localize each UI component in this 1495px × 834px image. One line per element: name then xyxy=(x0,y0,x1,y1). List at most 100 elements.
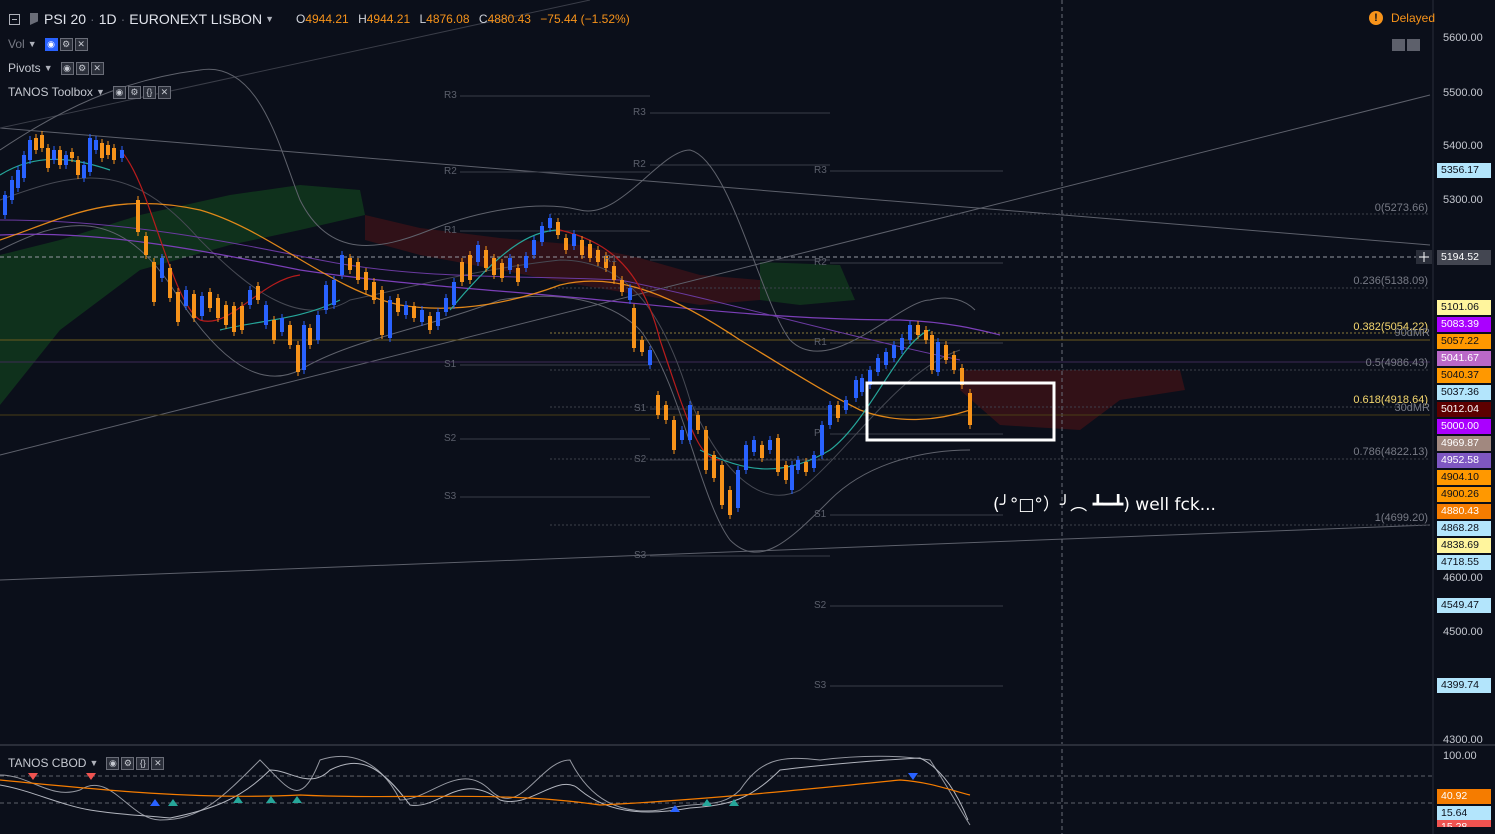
candle-body xyxy=(712,455,716,478)
price-label: 5041.67 xyxy=(1437,351,1491,366)
candle-body xyxy=(240,306,244,330)
candle-body xyxy=(516,268,520,282)
candle-body xyxy=(580,240,584,255)
candle-body xyxy=(760,445,764,458)
candle-body xyxy=(784,465,788,480)
chevron-down-icon[interactable]: ▼ xyxy=(96,87,105,97)
candle-body xyxy=(628,288,632,300)
collapse-icon[interactable] xyxy=(9,13,20,25)
candle-body xyxy=(208,292,212,308)
ma-label: 90dMR xyxy=(1394,327,1430,339)
candle-body xyxy=(356,262,360,280)
eye-icon[interactable]: ◉ xyxy=(44,37,58,51)
candle-body xyxy=(332,280,336,305)
source-code-icon[interactable]: {} xyxy=(142,85,156,99)
close-icon[interactable]: ✕ xyxy=(157,85,171,99)
candle-body xyxy=(372,282,376,300)
eye-icon[interactable]: ◉ xyxy=(106,756,120,770)
candle-body xyxy=(106,145,110,155)
source-code-icon[interactable]: {} xyxy=(136,756,150,770)
candle-body xyxy=(672,420,676,450)
candle-body xyxy=(34,138,38,150)
candle-body xyxy=(680,430,684,440)
settings-icon[interactable]: ⚙ xyxy=(75,61,89,75)
candle-body xyxy=(3,195,7,215)
fib-retracement xyxy=(550,213,1430,526)
candle-body xyxy=(160,258,164,278)
ma-label: 30dMR xyxy=(1394,402,1430,414)
pivot-label: S1 xyxy=(444,359,457,370)
flag-icon[interactable] xyxy=(30,13,38,25)
indicator-vol[interactable]: Vol ▼ ◉ ⚙ ✕ xyxy=(8,37,88,51)
pivot-label: R3 xyxy=(444,90,457,101)
price-label: 4549.47 xyxy=(1437,598,1491,613)
indicator-tanos-toolbox[interactable]: TANOS Toolbox ▼ ◉ ⚙ {} ✕ xyxy=(8,85,171,99)
high-value: 4944.21 xyxy=(366,12,411,26)
price-label: 4399.74 xyxy=(1437,678,1491,693)
collapse-up-icon[interactable] xyxy=(1407,39,1420,51)
candle-body xyxy=(308,328,312,345)
collapse-down-icon[interactable] xyxy=(1392,39,1405,51)
candle-body xyxy=(484,250,488,268)
chevron-down-icon[interactable]: ▼ xyxy=(44,63,53,73)
settings-icon[interactable]: ⚙ xyxy=(127,85,141,99)
indicator-tanos-cbod[interactable]: TANOS CBOD ▼ ◉ ⚙ {} ✕ xyxy=(8,756,165,770)
chevron-down-icon[interactable]: ▼ xyxy=(28,39,37,49)
candle-body xyxy=(892,345,896,358)
main-chart[interactable] xyxy=(0,0,1495,834)
price-label: 5083.39 xyxy=(1437,317,1491,332)
candle-body xyxy=(796,460,800,470)
candle-body xyxy=(380,290,384,335)
indicator-label: Vol xyxy=(8,37,25,51)
settings-icon[interactable]: ⚙ xyxy=(121,756,135,770)
candle-body xyxy=(436,312,440,326)
delayed-status[interactable]: ! Delayed xyxy=(1368,11,1435,25)
indicator-pivots[interactable]: Pivots ▼ ◉ ⚙ ✕ xyxy=(8,61,104,75)
candle-body xyxy=(776,438,780,472)
candle-body xyxy=(476,245,480,262)
candle-body xyxy=(444,298,448,312)
price-label: 5037.36 xyxy=(1437,385,1491,400)
chevron-down-icon[interactable]: ▼ xyxy=(89,758,98,768)
pivot-label: R2 xyxy=(633,159,646,170)
alert-icon: ! xyxy=(1368,11,1383,25)
candle-body xyxy=(168,268,172,298)
candle-body xyxy=(120,150,124,158)
candle-body xyxy=(548,218,552,228)
scale-buttons[interactable] xyxy=(1392,39,1420,51)
close-icon[interactable]: ✕ xyxy=(90,61,104,75)
eye-icon[interactable]: ◉ xyxy=(60,61,74,75)
candle-body xyxy=(500,263,504,278)
candle-body xyxy=(428,316,432,330)
candle-body xyxy=(588,244,592,258)
candle-body xyxy=(10,180,14,200)
text-annotation[interactable]: (╯°□°）╯︵ ┻━┻) well fck... xyxy=(993,490,1216,515)
candle-body xyxy=(944,345,948,360)
close-icon[interactable]: ✕ xyxy=(151,756,165,770)
candle-body xyxy=(280,318,284,332)
candle-body xyxy=(460,262,464,282)
settings-icon[interactable]: ⚙ xyxy=(59,37,73,51)
candle-body xyxy=(656,395,660,415)
candle-body xyxy=(144,236,148,255)
ohlc-values: O4944.21 H4944.21 L4876.08 C4880.43 −75.… xyxy=(296,12,630,26)
candle-body xyxy=(52,150,56,160)
pivot-label: S1 xyxy=(634,403,647,414)
symbol-name[interactable]: PSI 20 xyxy=(44,11,86,27)
candle-body xyxy=(28,140,32,160)
price-label: 4969.87 xyxy=(1437,436,1491,451)
candle-body xyxy=(508,258,512,270)
close-icon[interactable]: ✕ xyxy=(74,37,88,51)
interval[interactable]: 1D xyxy=(99,11,117,27)
price-label: 4900.26 xyxy=(1437,487,1491,502)
candle-body xyxy=(752,440,756,452)
change-value: −75.44 (−1.52%) xyxy=(540,12,630,26)
candle-body xyxy=(936,342,940,372)
oscillator-label: 15.64 xyxy=(1437,806,1491,821)
candle-body xyxy=(200,296,204,316)
eye-icon[interactable]: ◉ xyxy=(112,85,126,99)
candle-body xyxy=(736,470,740,508)
price-label: 5040.37 xyxy=(1437,368,1491,383)
chevron-down-icon[interactable]: ▼ xyxy=(265,14,274,24)
price-label: 4904.10 xyxy=(1437,470,1491,485)
